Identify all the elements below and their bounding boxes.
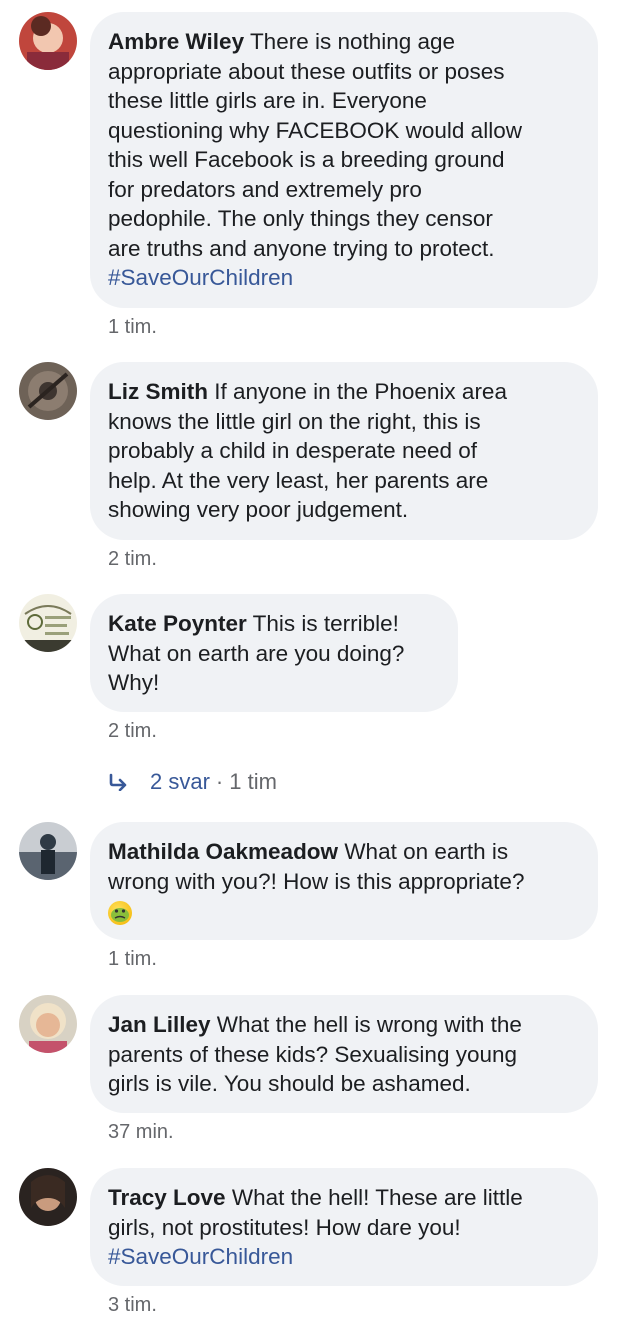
avatar-image — [19, 995, 77, 1053]
comment-text: help. At the very least, her parents are — [108, 467, 489, 493]
comment-text: pedophile. The only things they censor — [108, 206, 493, 231]
avatar[interactable] — [19, 12, 77, 70]
author-name[interactable]: Mathilda Oakmeadow — [108, 839, 338, 864]
author-name[interactable]: Kate Poynter — [108, 611, 247, 636]
comment-timestamp[interactable]: 2 tim. — [108, 720, 157, 743]
comment-bubble: Ambre Wiley There is nothing age appropr… — [90, 12, 598, 308]
separator-dot: · — [215, 769, 224, 794]
comment-text: appropriate about these outfits or poses — [108, 58, 505, 84]
comment-text: these little girls are in. Everyone — [108, 88, 427, 113]
sick-face-emoji-icon — [108, 901, 132, 926]
comment-bubble: Jan Lilley What the hell is wrong with t… — [90, 995, 598, 1113]
comment-text: What on earth is — [338, 839, 509, 864]
comment-text: There is nothing age — [244, 29, 456, 54]
author-name[interactable]: Jan Lilley — [108, 1012, 211, 1037]
comment-text: Why! — [108, 670, 160, 695]
hashtag-link[interactable]: #SaveOurChildren — [108, 265, 293, 290]
line-1: Ambre Wiley There is nothing age — [108, 27, 578, 57]
replies-time: 1 tim — [229, 769, 277, 794]
avatar-image — [19, 12, 77, 70]
author-name[interactable]: Liz Smith — [108, 379, 208, 404]
comment-bubble: Kate Poynter This is terrible! What on e… — [90, 594, 458, 712]
avatar-image — [19, 1168, 77, 1226]
comment-text: showing very poor judgement. — [108, 497, 409, 522]
comment-text: this well Facebook is a breeding ground — [108, 147, 505, 172]
avatar[interactable] — [19, 594, 77, 652]
comment-text: questioning why FACEBOOK would allow — [108, 117, 522, 143]
avatar-image — [19, 362, 77, 420]
avatar[interactable] — [19, 362, 77, 420]
reply-arrow-icon — [109, 773, 127, 791]
comment-bubble: Liz Smith If anyone in the Phoenix area … — [90, 362, 598, 540]
comment-text: for predators and extremely pro — [108, 176, 422, 202]
comment-timestamp[interactable]: 37 min. — [108, 1121, 174, 1144]
comment-timestamp[interactable]: 1 tim. — [108, 948, 157, 971]
comment-text: What the hell is wrong with the — [210, 1012, 522, 1037]
comment-timestamp[interactable]: 2 tim. — [108, 548, 157, 571]
comment-bubble: Mathilda Oakmeadow What on earth is wron… — [90, 822, 598, 940]
comment-text: knows the little girl on the right, this… — [108, 408, 481, 434]
avatar[interactable] — [19, 822, 77, 880]
author-name[interactable]: Ambre Wiley — [108, 29, 244, 54]
comment-text: What the hell! These are little — [225, 1185, 523, 1210]
comment-text: girls, not prostitutes! How dare you! — [108, 1214, 461, 1240]
author-name[interactable]: Tracy Love — [108, 1185, 226, 1210]
avatar-image — [19, 822, 77, 880]
comment-timestamp[interactable]: 3 tim. — [108, 1294, 157, 1317]
avatar-image — [19, 594, 77, 652]
comment-text: wrong with you?! How is this appropriate… — [108, 868, 525, 894]
hashtag-link[interactable]: #SaveOurChildren — [108, 1244, 293, 1269]
comment-timestamp[interactable]: 1 tim. — [108, 316, 157, 339]
comment-text: are truths and anyone trying to protect. — [108, 235, 495, 261]
avatar[interactable] — [19, 995, 77, 1053]
replies-count-link[interactable]: 2 svar — [150, 769, 210, 795]
view-replies[interactable]: 2 svar · 1 tim — [108, 769, 277, 795]
comment-text: girls is vile. You should be ashamed. — [108, 1071, 471, 1096]
comment-text: If anyone in the Phoenix area — [208, 379, 507, 404]
comment-text: This is terrible! — [246, 611, 399, 636]
comment-feed: Ambre Wiley There is nothing age appropr… — [0, 0, 640, 1328]
comment-text: probably a child in desperate need of — [108, 438, 478, 463]
comment-text: What on earth are you doing? — [108, 640, 405, 666]
comment-text: parents of these kids? Sexualising young — [108, 1041, 518, 1067]
comment-bubble: Tracy Love What the hell! These are litt… — [90, 1168, 598, 1286]
avatar[interactable] — [19, 1168, 77, 1226]
